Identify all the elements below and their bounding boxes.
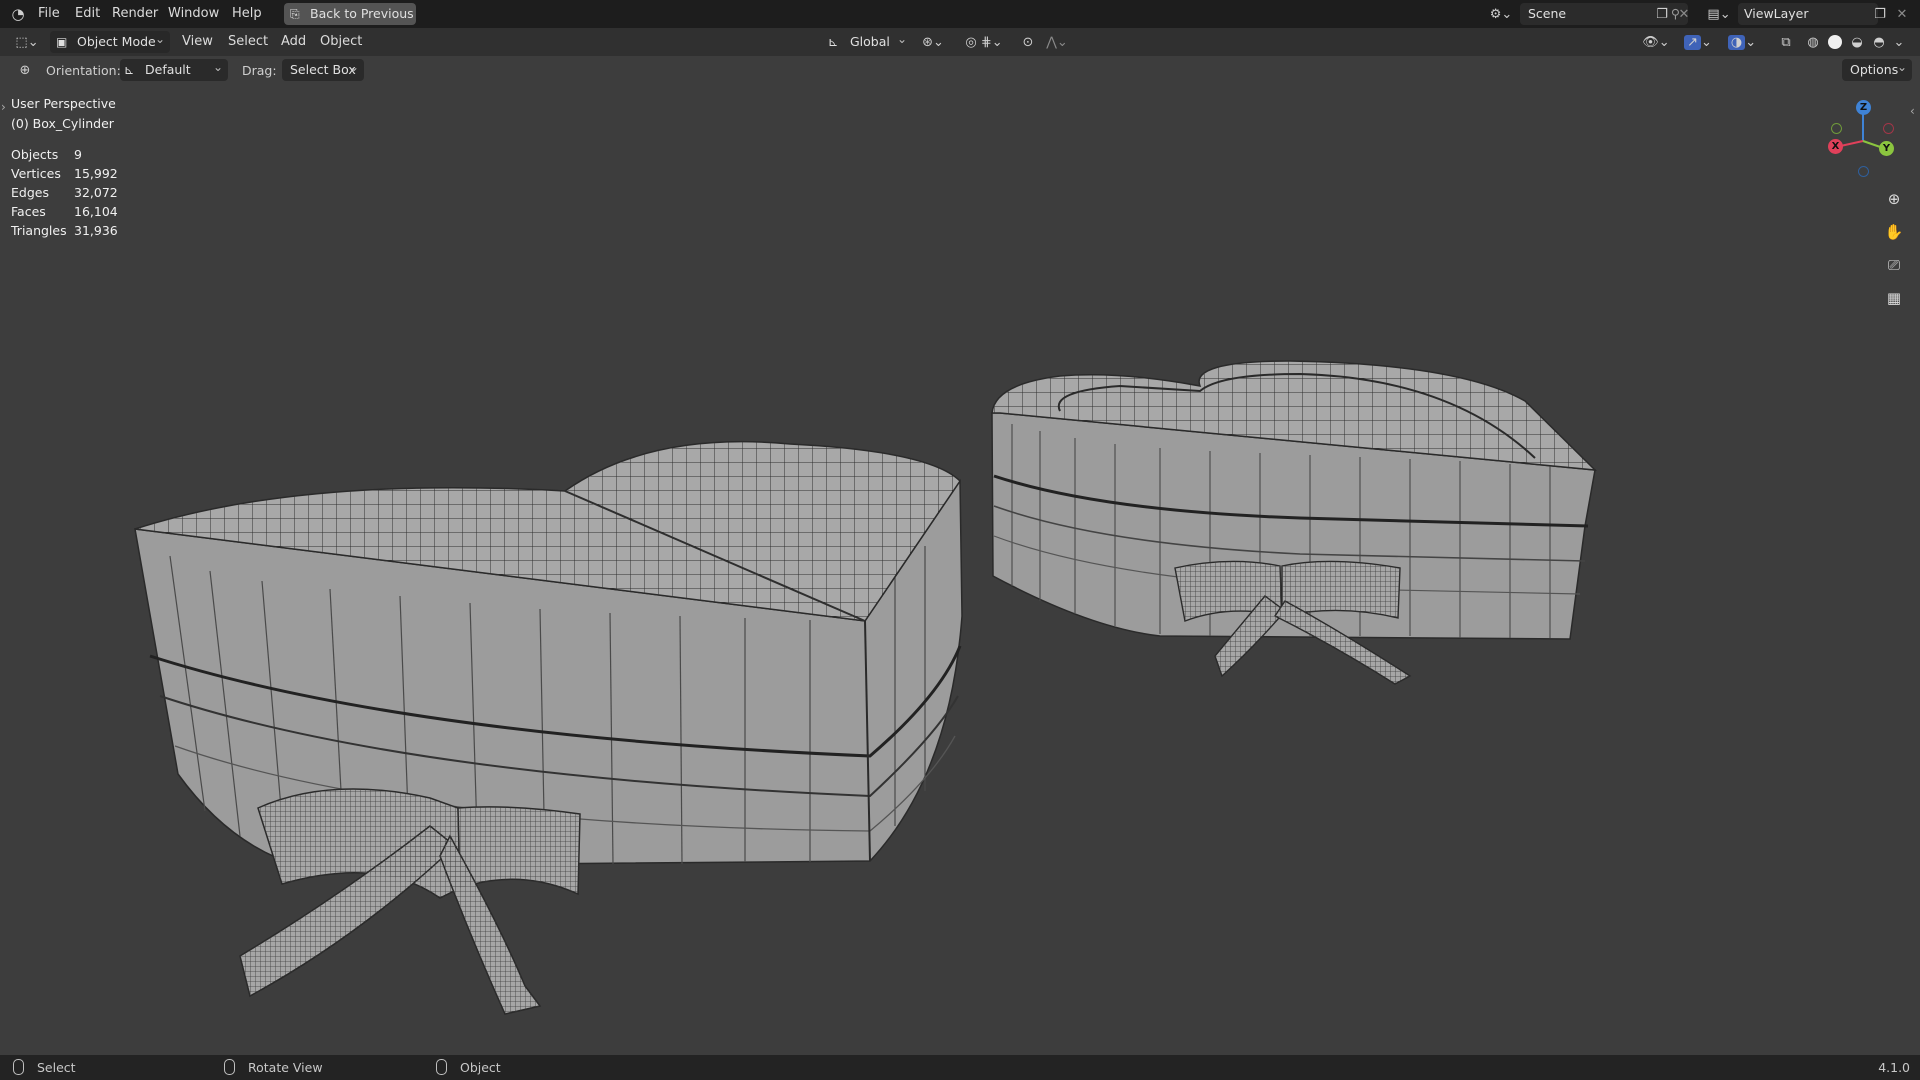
active-object-name: (0) Box_Cylinder [11,116,114,131]
back-icon: ⎘ [290,7,300,21]
orientation-label: Orientation: [46,63,121,78]
stat-label: Objects [11,147,59,162]
drag-dropdown[interactable]: Select Box [282,56,364,81]
mouse-left-icon [13,1059,24,1075]
proportional-editing-icon[interactable]: ⊙ [1018,32,1038,52]
object-mode-icon: ▣ [56,35,68,49]
menu-view[interactable]: View [182,34,213,49]
xray-toggle-icon[interactable]: ⧉ [1776,32,1796,52]
stat-label: Edges [11,185,49,200]
status-select-hint: Select [37,1060,76,1075]
stat-value: 31,936 [74,223,118,238]
stat-value: 9 [74,147,82,162]
zoom-icon[interactable]: ⊕ [1880,185,1908,213]
gizmo-y-axis[interactable]: Y [1879,141,1894,156]
gizmo-x-axis[interactable]: X [1828,139,1843,154]
heart-box-large[interactable] [134,440,963,1015]
top-menu-bar: ◔ File Edit Render Window Help ⎘ Back to… [0,0,1920,28]
viewport-toolbar: ⬚⌄ ▣ Object Mode View Select Add Object … [0,28,1920,56]
scene-name: Scene [1528,6,1567,21]
status-rotate-hint: Rotate View [248,1060,323,1075]
menu-object[interactable]: Object [320,34,362,49]
stat-value: 32,072 [74,185,118,200]
navigation-gizmo[interactable]: Z X Y [1816,96,1902,182]
shading-options-icon[interactable]: ⌄ [1892,32,1906,52]
perspective-toggle-icon[interactable]: ▦ [1880,284,1908,312]
drag-label: Drag: [242,63,277,78]
options-dropdown[interactable]: Options [1842,56,1912,81]
visibility-icon[interactable]: 👁⌄ [1640,32,1672,52]
stat-value: 15,992 [74,166,118,181]
orientation-value: Default [145,62,191,77]
status-bar: Select Rotate View Object 4.1.0 [0,1055,1920,1080]
transform-orientation-label: Global [850,34,890,49]
heart-box-small[interactable] [991,360,1598,685]
gizmo-toggle-icon[interactable]: ↗ ⌄ [1678,32,1718,52]
transform-orientation-dropdown[interactable]: ⊾ Global [824,28,912,53]
gizmo-neg-x-axis[interactable] [1883,123,1894,134]
menu-render[interactable]: Render [112,6,158,21]
viewport-scene [134,360,1598,1015]
sidebar-toggle-icon[interactable]: ‹ [1910,104,1915,118]
wireframe-shading-icon[interactable]: ◍ [1804,32,1822,52]
scene-type-icon[interactable]: ⚙⌄ [1486,4,1516,24]
back-to-previous-label: Back to Previous [310,6,414,21]
object-mode-dropdown[interactable]: ▣ Object Mode [50,28,170,53]
back-to-previous-button[interactable]: ⎘ Back to Previous [284,3,416,25]
viewlayer-type-icon[interactable]: ▤⌄ [1704,4,1734,24]
snapping-icon[interactable]: ◎ ⋕⌄ [956,32,1012,52]
new-viewlayer-icon[interactable]: ❐ [1870,4,1890,24]
object-mode-label: Object Mode [77,34,156,49]
options-label: Options [1850,62,1899,77]
falloff-icon[interactable]: ⋀⌄ [1042,32,1072,52]
solid-shading-icon[interactable] [1826,32,1844,52]
drag-value: Select Box [290,62,356,77]
menu-window[interactable]: Window [168,6,219,21]
stat-value: 16,104 [74,204,118,219]
delete-scene-icon[interactable]: ✕ [1674,4,1694,24]
viewlayer-name: ViewLayer [1744,6,1809,21]
menu-add[interactable]: Add [281,34,306,49]
active-tool-icon[interactable]: ⊕ [14,60,36,80]
stat-label: Vertices [11,166,61,181]
toolbar-toggle-icon[interactable]: › [1,100,6,114]
stat-label: Triangles [11,223,67,238]
menu-help[interactable]: Help [232,6,262,21]
blender-logo-icon[interactable]: ◔ [8,5,28,23]
menu-select[interactable]: Select [228,34,268,49]
tool-settings-header: ⊕ Orientation: ⊾ Default Drag: Select Bo… [0,56,1920,84]
pan-hand-icon[interactable]: ✋ [1880,218,1908,246]
mouse-right-icon [436,1059,447,1075]
editor-type-icon[interactable]: ⬚⌄ [10,32,44,52]
stat-label: Faces [11,204,46,219]
version-label: 4.1.0 [1878,1060,1910,1075]
orientation-axes-icon: ⊾ [828,34,839,49]
camera-view-icon[interactable]: ⎚ [1880,251,1908,279]
gizmo-neg-y-axis[interactable] [1831,123,1842,134]
gizmo-z-axis[interactable]: Z [1856,100,1871,115]
gizmo-neg-z-axis[interactable] [1858,166,1869,177]
3d-viewport[interactable] [0,56,1920,1055]
status-object-hint: Object [460,1060,501,1075]
view-name: User Perspective [11,96,116,111]
delete-viewlayer-icon[interactable]: ✕ [1892,4,1912,24]
mouse-middle-icon [224,1059,235,1075]
viewlayer-selector[interactable]: ViewLayer [1738,3,1878,25]
menu-edit[interactable]: Edit [75,6,100,21]
new-scene-icon[interactable]: ❐ [1652,4,1672,24]
orientation-dropdown[interactable]: ⊾ Default [120,56,228,81]
overlays-toggle-icon[interactable]: ◑ ⌄ [1722,32,1762,52]
material-shading-icon[interactable]: ◒ [1848,32,1866,52]
orientation-gizmo-icon: ⊾ [124,62,135,77]
rendered-shading-icon[interactable]: ◓ [1870,32,1888,52]
menu-file[interactable]: File [38,6,60,21]
pivot-point-icon[interactable]: ⊛⌄ [918,32,948,52]
